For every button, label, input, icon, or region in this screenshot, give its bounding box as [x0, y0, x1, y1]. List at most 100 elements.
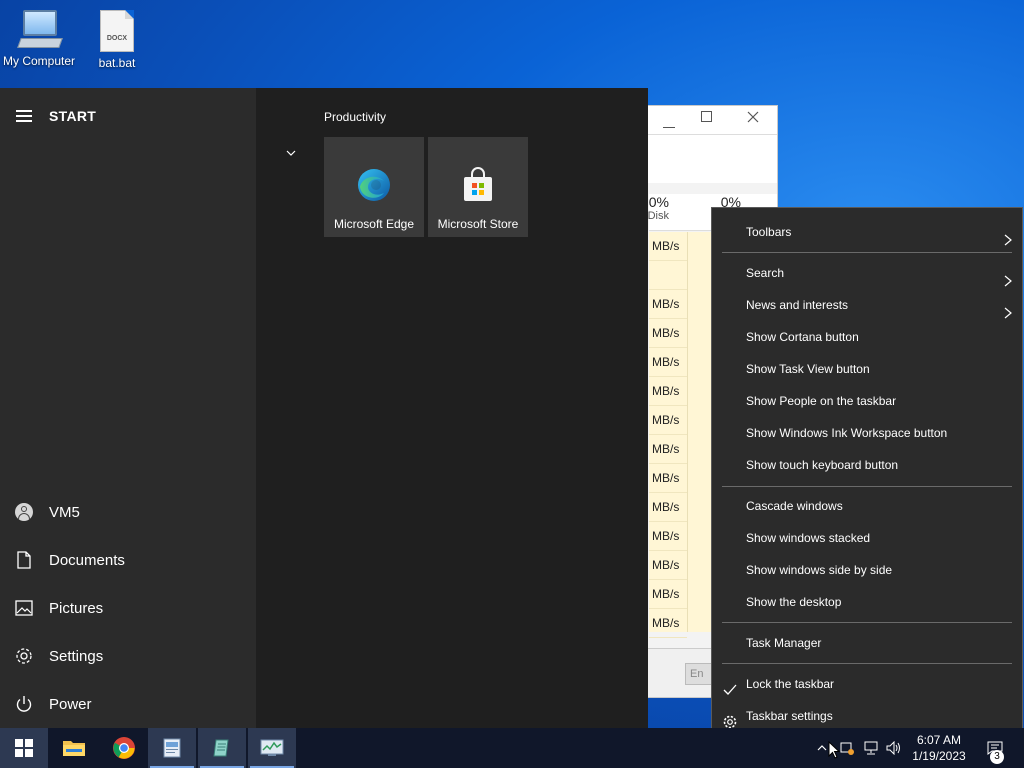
menu-item-label: Task Manager: [746, 636, 822, 650]
menu-item-show-desktop[interactable]: Show the desktop: [712, 586, 1022, 618]
menu-separator: [722, 486, 1012, 487]
maximize-icon[interactable]: [695, 110, 719, 130]
table-row[interactable]: MB/s: [649, 406, 687, 435]
table-row[interactable]: MB/s: [649, 435, 687, 464]
table-row[interactable]: MB/s: [649, 551, 687, 580]
table-row[interactable]: MB/s: [649, 609, 687, 638]
table-row[interactable]: MB/s: [649, 319, 687, 348]
start-item-label: VM5: [49, 503, 80, 521]
menu-item-lock-taskbar[interactable]: Lock the taskbar: [712, 668, 1022, 700]
menu-item-label: Show Cortana button: [746, 330, 859, 344]
start-menu-header[interactable]: START: [16, 108, 96, 124]
minimize-icon[interactable]: [657, 116, 681, 136]
store-icon: [460, 167, 496, 203]
gear-icon: [723, 709, 737, 729]
menu-item-news-and-interests[interactable]: News and interests: [712, 289, 1022, 321]
taskbar-file-explorer[interactable]: [50, 728, 98, 768]
desktop-icon-my-computer[interactable]: My Computer: [0, 10, 80, 68]
desktop-icon-bat-file[interactable]: DOCX bat.bat: [76, 10, 158, 70]
user-avatar-icon: [15, 503, 33, 521]
menu-item-show-cortana[interactable]: Show Cortana button: [712, 321, 1022, 353]
volume-icon: [886, 741, 900, 755]
network-column-cells: [687, 232, 714, 632]
close-icon[interactable]: [741, 110, 765, 130]
document-icon: [15, 551, 33, 569]
taskbar-task-manager[interactable]: [248, 728, 296, 768]
table-row[interactable]: MB/s: [649, 493, 687, 522]
start-item-settings[interactable]: Settings: [0, 632, 256, 680]
menu-item-label: Show touch keyboard button: [746, 458, 899, 472]
network-tray[interactable]: [860, 728, 882, 768]
disk-column-cells: MB/s MB/s MB/s MB/s MB/s MB/s MB/s MB/s …: [649, 232, 687, 638]
chrome-icon: [113, 737, 135, 759]
table-row[interactable]: MB/s: [649, 232, 687, 261]
checkmark-icon: [723, 677, 737, 695]
table-row[interactable]: MB/s: [649, 522, 687, 551]
document-viewer-icon: [163, 738, 181, 758]
menu-item-label: Cascade windows: [746, 499, 843, 513]
menu-separator: [722, 622, 1012, 623]
menu-item-label: Toolbars: [746, 225, 792, 239]
edge-icon: [356, 167, 392, 203]
menu-item-label: Show Windows Ink Workspace button: [746, 426, 948, 440]
notification-count-badge: 3: [990, 750, 1004, 764]
start-item-user[interactable]: VM5: [0, 488, 256, 536]
taskbar-app-1[interactable]: [148, 728, 196, 768]
mouse-cursor-icon: [828, 740, 841, 764]
start-item-label: Power: [49, 695, 92, 713]
start-item-label: Documents: [49, 551, 125, 569]
start-item-pictures[interactable]: Pictures: [0, 584, 256, 632]
menu-item-windows-stacked[interactable]: Show windows stacked: [712, 522, 1022, 554]
start-menu-title: START: [49, 108, 97, 124]
chevron-down-icon[interactable]: [286, 143, 296, 156]
table-row[interactable]: MB/s: [649, 464, 687, 493]
desktop-icon-label: bat.bat: [98, 56, 136, 70]
chevron-right-icon: [1004, 226, 1012, 246]
tile-microsoft-edge[interactable]: Microsoft Edge: [324, 137, 424, 237]
table-row[interactable]: MB/s: [649, 290, 687, 319]
table-row[interactable]: MB/s: [649, 348, 687, 377]
docx-file-badge: DOCX: [106, 35, 128, 42]
taskbar-app-2[interactable]: [198, 728, 246, 768]
taskbar-chrome[interactable]: [100, 728, 148, 768]
clock-date: 1/19/2023: [912, 749, 966, 763]
menu-item-windows-side-by-side[interactable]: Show windows side by side: [712, 554, 1022, 586]
menu-item-toolbars[interactable]: Toolbars: [712, 216, 1022, 248]
clock-time: 6:07 AM: [916, 733, 962, 747]
menu-item-search[interactable]: Search: [712, 257, 1022, 289]
table-row[interactable]: MB/s: [649, 580, 687, 609]
menu-item-label: Taskbar settings: [746, 709, 833, 723]
hamburger-icon[interactable]: [16, 110, 32, 122]
docx-file-icon: DOCX: [100, 10, 134, 52]
desktop-icon-label: My Computer: [2, 54, 76, 68]
tile-label: Microsoft Store: [437, 217, 519, 231]
network-icon: [864, 741, 878, 755]
start-item-documents[interactable]: Documents: [0, 536, 256, 584]
table-row[interactable]: [649, 261, 687, 290]
menu-item-label: Show People on the taskbar: [746, 394, 897, 408]
menu-item-task-manager[interactable]: Task Manager: [712, 627, 1022, 659]
start-item-label: Pictures: [49, 599, 104, 617]
taskbar[interactable]: 6:07 AM 1/19/2023 3: [0, 728, 1024, 768]
start-button[interactable]: [0, 728, 48, 768]
menu-item-label: Search: [746, 266, 785, 280]
chevron-right-icon: [1004, 299, 1012, 319]
menu-separator: [722, 252, 1012, 253]
menu-item-show-ink-workspace[interactable]: Show Windows Ink Workspace button: [712, 417, 1022, 449]
tile-group-title[interactable]: Productivity: [324, 110, 386, 124]
tile-label: Microsoft Edge: [333, 217, 415, 231]
table-row[interactable]: MB/s: [649, 377, 687, 406]
taskbar-clock[interactable]: 6:07 AM 1/19/2023: [905, 732, 973, 764]
folder-icon: [63, 741, 85, 756]
start-menu: START VM5 Documents Pictures Settings Po…: [0, 88, 648, 728]
start-item-power[interactable]: Power: [0, 680, 256, 728]
menu-item-show-touch-keyboard[interactable]: Show touch keyboard button: [712, 449, 1022, 481]
menu-item-show-task-view[interactable]: Show Task View button: [712, 353, 1022, 385]
menu-item-label: Show windows stacked: [746, 531, 871, 545]
tile-microsoft-store[interactable]: Microsoft Store: [428, 137, 528, 237]
volume-tray[interactable]: [884, 728, 904, 768]
picture-icon: [15, 599, 33, 617]
menu-separator: [722, 663, 1012, 664]
menu-item-show-people[interactable]: Show People on the taskbar: [712, 385, 1022, 417]
menu-item-cascade-windows[interactable]: Cascade windows: [712, 490, 1022, 522]
